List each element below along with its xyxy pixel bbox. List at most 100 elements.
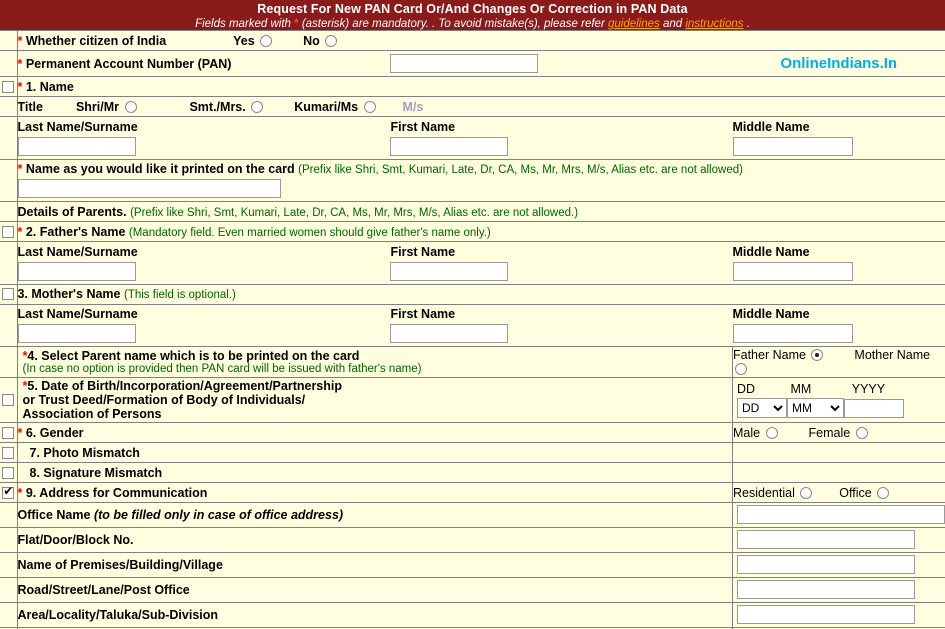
office-name-input[interactable] bbox=[737, 505, 945, 524]
father-required-icon: * bbox=[17, 224, 23, 239]
dob-line2: or Trust Deed/Formation of Body of Indiv… bbox=[22, 393, 306, 407]
mother-first-input[interactable] bbox=[390, 324, 509, 343]
parents-heading: Details of Parents. bbox=[17, 204, 127, 219]
dob-line1-wrap: *5. Date of Birth/Incorporation/Agreemen… bbox=[23, 379, 733, 393]
select-parent-hint: (In case no option is provided then PAN … bbox=[22, 363, 422, 375]
row-address-line: Flat/Door/Block No. bbox=[0, 527, 945, 553]
name-hdr-first: First Name bbox=[390, 119, 456, 134]
dob-checkbox[interactable] bbox=[2, 394, 15, 406]
title-option-shri-label: Shri/Mr bbox=[75, 99, 120, 114]
printed-name-required-icon: * bbox=[17, 162, 23, 177]
gender-checkbox[interactable] bbox=[2, 426, 15, 439]
row-citizen: * Whether citizen of India Yes No bbox=[0, 30, 945, 51]
father-middle-input[interactable] bbox=[732, 261, 853, 281]
citizen-required-icon: * bbox=[17, 33, 23, 48]
father-last-input[interactable] bbox=[17, 261, 136, 281]
pan-label: Permanent Account Number (PAN) bbox=[25, 56, 232, 71]
gender-female-radio[interactable] bbox=[855, 426, 868, 439]
printed-name-input[interactable] bbox=[17, 179, 281, 198]
address-office-label: Office bbox=[839, 485, 872, 500]
instructions-link[interactable]: instructions bbox=[685, 18, 743, 30]
dob-headers: DD MM YYYY bbox=[737, 382, 945, 396]
address-checkbox-cell bbox=[0, 482, 18, 503]
address-line-input-cell-0 bbox=[732, 527, 945, 553]
name-first-input[interactable] bbox=[390, 136, 509, 156]
mother-hdr-middle-cell: Middle Name bbox=[732, 303, 945, 324]
title-option-smt-radio[interactable] bbox=[251, 100, 264, 113]
photo-mismatch-checkbox-cell bbox=[0, 442, 18, 463]
father-inp-spacer bbox=[0, 261, 18, 285]
office-name-spacer bbox=[0, 502, 18, 528]
name-last-input-cell bbox=[17, 136, 391, 160]
mandatory-note-pre: Fields marked with bbox=[195, 18, 295, 30]
father-first-input-cell bbox=[390, 261, 733, 285]
pan-checkbox-spacer bbox=[0, 50, 18, 77]
row-office-name: Office Name (to be filled only in case o… bbox=[0, 502, 945, 528]
gender-male-label: Male bbox=[733, 425, 761, 440]
name-middle-input[interactable] bbox=[732, 136, 853, 156]
address-line-input[interactable] bbox=[737, 530, 915, 549]
mother-last-input[interactable] bbox=[17, 324, 136, 343]
mother-checkbox[interactable] bbox=[2, 288, 15, 300]
row-name-column-headers: Last Name/Surname First Name Middle Name bbox=[0, 116, 945, 137]
office-name-label: Office Name bbox=[17, 508, 91, 522]
address-line-label-cell-3: Area/Locality/Taluka/Sub-Division bbox=[17, 602, 733, 628]
address-checkbox[interactable] bbox=[2, 484, 15, 499]
father-heading-cell: * 2. Father's Name (Mandatory field. Eve… bbox=[17, 221, 945, 242]
select-parent-options-cell: Father Name Mother Name bbox=[732, 346, 945, 378]
father-first-input[interactable] bbox=[390, 261, 509, 281]
name-last-input[interactable] bbox=[17, 136, 136, 156]
gender-male-radio[interactable] bbox=[765, 426, 778, 439]
address-line-input-cell-1 bbox=[732, 552, 945, 578]
row-photo-mismatch: 7. Photo Mismatch bbox=[0, 442, 945, 463]
dob-day-select[interactable]: DD bbox=[737, 398, 787, 418]
gender-required-icon: * bbox=[17, 425, 23, 440]
select-parent-mother-radio[interactable] bbox=[735, 363, 747, 375]
address-line-input[interactable] bbox=[737, 555, 915, 574]
mother-middle-input[interactable] bbox=[732, 324, 853, 343]
pan-input[interactable] bbox=[390, 54, 539, 73]
citizen-yes-radio[interactable] bbox=[260, 34, 273, 47]
gender-label-cell: * 6. Gender bbox=[17, 422, 733, 443]
mandatory-note-mid: (asterisk) are mandatory. . To avoid mis… bbox=[298, 18, 608, 30]
address-line-input[interactable] bbox=[737, 580, 915, 599]
pan-input-cell bbox=[390, 50, 733, 77]
dob-checkbox-cell bbox=[0, 377, 18, 423]
row-address-line: Name of Premises/Building/Village bbox=[0, 552, 945, 578]
photo-mismatch-checkbox[interactable] bbox=[2, 446, 15, 459]
citizen-no-label: No bbox=[303, 33, 320, 48]
name-hdr-middle-cell: Middle Name bbox=[732, 116, 945, 137]
select-parent-father-radio[interactable] bbox=[811, 349, 824, 361]
mother-hdr-spacer bbox=[0, 303, 18, 324]
citizen-no-radio[interactable] bbox=[325, 34, 338, 47]
address-line-label-cell-2: Road/Street/Lane/Post Office bbox=[17, 577, 733, 603]
title-option-kumari-radio[interactable] bbox=[363, 100, 376, 113]
pan-required-icon: * bbox=[17, 56, 23, 71]
address-residential-label: Residential bbox=[733, 485, 795, 500]
photo-mismatch-blank-cell bbox=[732, 442, 945, 463]
title-option-shri-radio[interactable] bbox=[124, 100, 137, 113]
signature-mismatch-checkbox[interactable] bbox=[2, 466, 15, 479]
guidelines-link[interactable]: guidelines bbox=[608, 18, 660, 30]
mother-heading-cell: 3. Mother's Name (This field is optional… bbox=[17, 283, 945, 305]
parents-heading-hint: (Prefix like Shri, Smt, Kumari, Late, Dr… bbox=[130, 206, 579, 219]
select-parent-mother-label: Mother Name bbox=[854, 348, 931, 362]
father-hdr-middle-cell: Middle Name bbox=[732, 241, 945, 262]
father-heading: 2. Father's Name bbox=[25, 224, 126, 239]
address-line-input-cell-3 bbox=[732, 602, 945, 628]
mother-hdr-last: Last Name/Surname bbox=[17, 307, 138, 322]
address-residential-radio[interactable] bbox=[800, 486, 813, 499]
name-checkbox[interactable] bbox=[2, 80, 15, 93]
dob-month-select[interactable]: MM bbox=[787, 398, 844, 418]
printed-name-label: Name as you would like it printed on the… bbox=[25, 162, 295, 177]
dob-year-input[interactable] bbox=[844, 398, 904, 418]
address-line-input[interactable] bbox=[737, 605, 915, 624]
title-checkbox-spacer bbox=[0, 96, 18, 117]
row-father-heading: * 2. Father's Name (Mandatory field. Eve… bbox=[0, 221, 945, 242]
father-checkbox[interactable] bbox=[2, 225, 15, 238]
gender-heading: 6. Gender bbox=[25, 425, 84, 440]
address-line-spacer-1 bbox=[0, 552, 18, 578]
address-office-radio[interactable] bbox=[877, 486, 890, 499]
title-option-ms-label: M/s bbox=[402, 99, 424, 114]
mother-hdr-first-cell: First Name bbox=[390, 303, 733, 324]
